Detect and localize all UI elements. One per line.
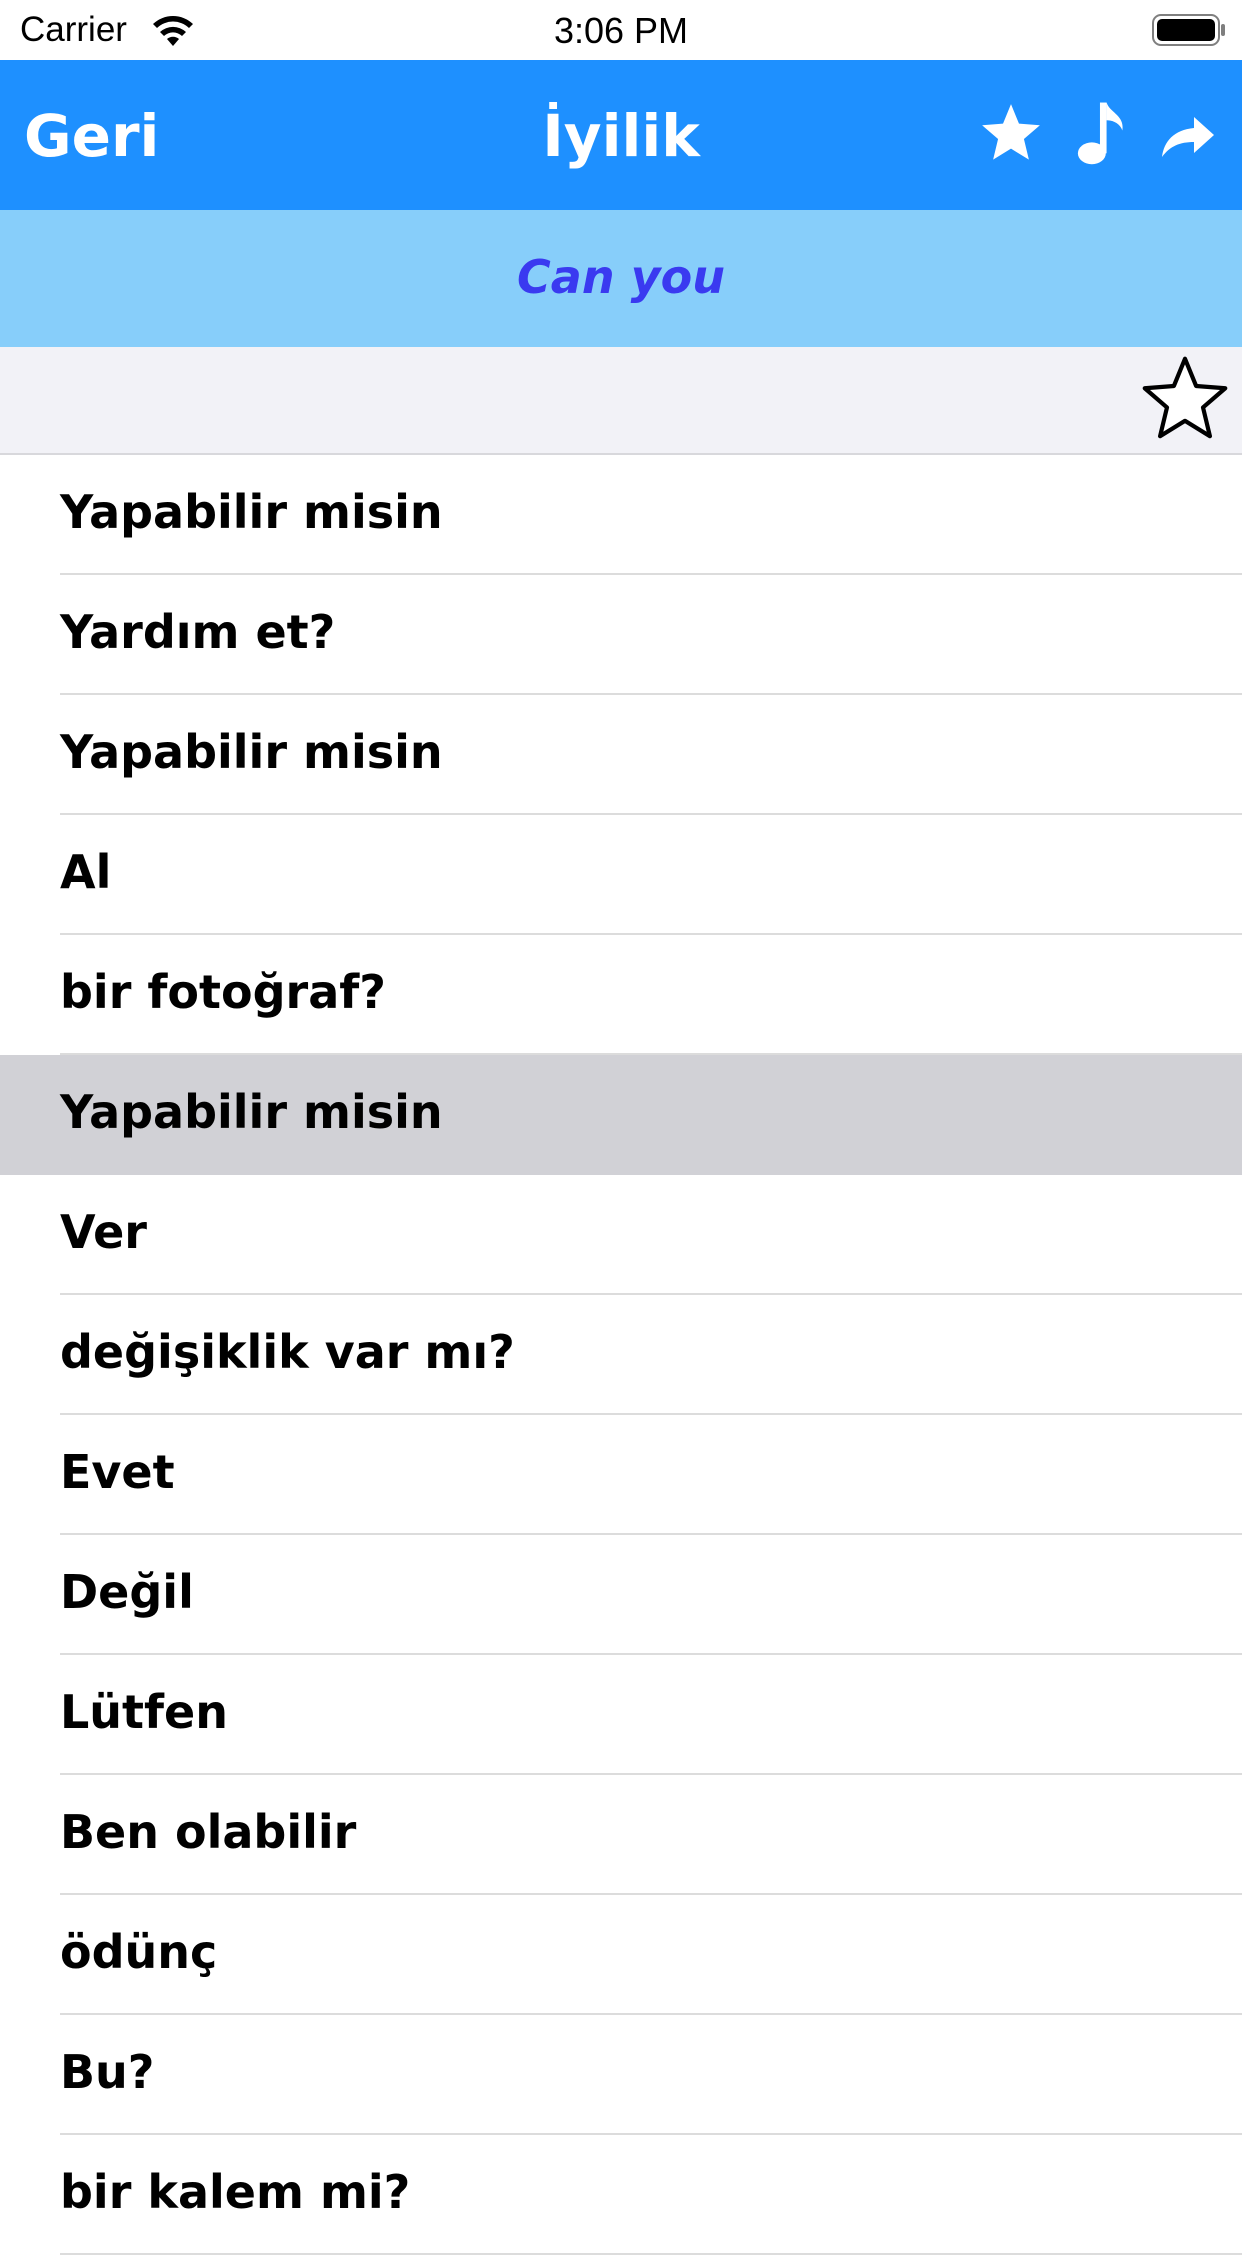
translation-text: Can you	[517, 250, 725, 304]
status-time: 3:06 PM	[553, 10, 689, 51]
list-item-label: Yapabilir misin	[60, 1085, 443, 1139]
translation-banner: Can you	[0, 210, 1242, 347]
list-item-label: ödünç	[60, 1925, 218, 1979]
list-item[interactable]: Yapabilir misin	[0, 1055, 1242, 1175]
status-bar: Carrier 3:06 PM	[0, 0, 1242, 60]
list-item[interactable]: Değil	[0, 1535, 1242, 1655]
list-item-label: Yapabilir misin	[60, 485, 443, 539]
list-item[interactable]: Ben olabilir	[0, 1775, 1242, 1895]
navigation-bar: Geri İyilik	[0, 60, 1242, 210]
list-item[interactable]: Al	[0, 815, 1242, 935]
list-item-label: Lütfen	[60, 1685, 229, 1739]
phrase-list: Yapabilir misin Yardım et? Yapabilir misin…	[0, 455, 1242, 2255]
list-item[interactable]: bir fotoğraf?	[0, 935, 1242, 1055]
list-item-label: Yardım et?	[60, 605, 336, 659]
list-item[interactable]: Evet	[0, 1415, 1242, 1535]
favorite-row	[0, 347, 1242, 455]
back-button[interactable]: Geri	[24, 102, 159, 170]
list-item[interactable]: Yardım et?	[0, 575, 1242, 695]
list-item-label: Al	[60, 845, 112, 899]
list-item-label: Değil	[60, 1565, 194, 1619]
list-item[interactable]: Yapabilir misin	[0, 455, 1242, 575]
music-note-icon[interactable]	[1076, 100, 1128, 166]
list-item[interactable]: bir kalem mi?	[0, 2135, 1242, 2255]
list-item-label: değişiklik var mı?	[60, 1325, 515, 1379]
list-item-label: bir kalem mi?	[60, 2165, 411, 2219]
star-outline-icon[interactable]	[1138, 353, 1232, 445]
list-item[interactable]: değişiklik var mı?	[0, 1295, 1242, 1415]
star-filled-icon[interactable]	[978, 100, 1044, 166]
list-item-label: Evet	[60, 1445, 175, 1499]
list-item[interactable]: Yapabilir misin	[0, 695, 1242, 815]
list-item-label: bir fotoğraf?	[60, 965, 386, 1019]
list-item[interactable]: Lütfen	[0, 1655, 1242, 1775]
list-item-label: Ver	[60, 1205, 147, 1259]
list-item-label: Yapabilir misin	[60, 725, 443, 779]
list-item[interactable]: Bu?	[0, 2015, 1242, 2135]
list-item-label: Bu?	[60, 2045, 155, 2099]
battery-icon	[1152, 14, 1225, 46]
page-title: İyilik	[542, 102, 700, 170]
list-item[interactable]: Ver	[0, 1175, 1242, 1295]
list-item-label: Ben olabilir	[60, 1805, 357, 1859]
share-arrow-icon[interactable]	[1160, 114, 1216, 160]
list-item[interactable]: ödünç	[0, 1895, 1242, 2015]
